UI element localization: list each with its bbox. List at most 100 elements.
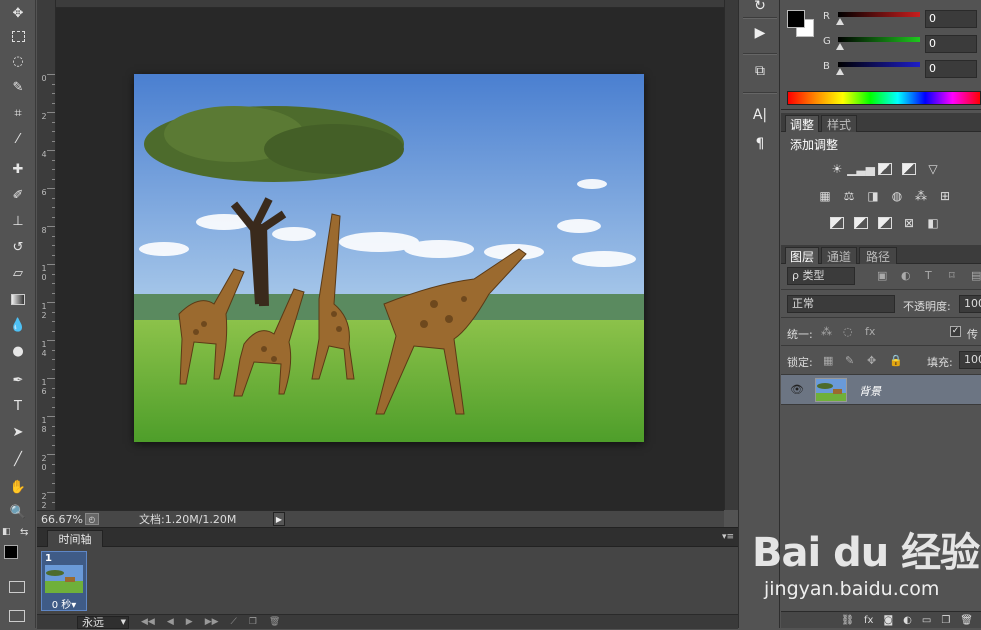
swap-colors-icon[interactable]: ⇆ xyxy=(20,527,28,538)
fill-field[interactable]: 100 xyxy=(959,351,981,369)
loop-options-dropdown[interactable]: 永远 ▼ xyxy=(77,615,129,629)
blend-mode-dropdown[interactable]: 正常 xyxy=(787,295,895,313)
status-info-icon[interactable]: ◴ xyxy=(85,513,99,525)
duplicate-frame-icon[interactable]: ❐ xyxy=(249,617,257,627)
marquee-tool-icon[interactable] xyxy=(7,25,29,47)
path-selection-tool-icon[interactable]: ➤ xyxy=(7,421,29,443)
frame-delay[interactable]: 0 秒▾ xyxy=(42,596,86,611)
status-menu-arrow-icon[interactable]: ▶ xyxy=(273,512,285,526)
move-tool-icon[interactable]: ✥ xyxy=(7,2,29,24)
gradient-map-icon[interactable]: ◧ xyxy=(925,215,941,231)
line-tool-icon[interactable]: ╱ xyxy=(7,448,29,470)
healing-brush-tool-icon[interactable]: ✚ xyxy=(7,158,29,180)
unify-position-icon[interactable]: ⁂ xyxy=(821,325,832,338)
previous-frame-icon[interactable]: ◀ xyxy=(167,617,174,627)
color-lookup-icon[interactable]: ⊞ xyxy=(937,188,953,204)
document-image[interactable] xyxy=(134,74,644,442)
layer-name[interactable]: 背景 xyxy=(859,383,881,399)
unify-visibility-icon[interactable]: ◌ xyxy=(843,325,853,338)
photo-filter-icon[interactable]: ◍ xyxy=(889,188,905,204)
posterize-icon[interactable] xyxy=(853,215,869,231)
threshold-icon[interactable] xyxy=(877,215,893,231)
play-icon[interactable]: ▶ xyxy=(186,617,193,627)
visibility-eye-icon[interactable]: 👁 xyxy=(790,383,804,396)
lock-position-icon[interactable]: ✥ xyxy=(867,354,876,367)
curves-icon[interactable] xyxy=(877,161,893,177)
layer-row[interactable]: 👁 背景 xyxy=(781,375,981,405)
brush-tool-icon[interactable]: ✐ xyxy=(7,184,29,206)
canvas-vertical-scrollbar[interactable] xyxy=(724,0,738,510)
animation-frame[interactable]: 1 0 秒▾ xyxy=(41,551,87,611)
filter-type-icon[interactable]: T xyxy=(925,269,932,282)
opacity-field[interactable]: 100 xyxy=(959,295,981,313)
clone-stamp-tool-icon[interactable]: ⊥ xyxy=(7,210,29,232)
blur-tool-icon[interactable]: 💧 xyxy=(7,314,29,336)
delete-layer-icon[interactable]: 🗑 xyxy=(960,615,973,626)
lock-transparent-icon[interactable]: ▦ xyxy=(823,354,833,367)
green-value-field[interactable]: 0 xyxy=(925,35,977,53)
tab-paths[interactable]: 路径 xyxy=(859,247,897,264)
crop-tool-icon[interactable]: ⌗ xyxy=(7,102,29,124)
panel-menu-icon[interactable]: ▾≡ xyxy=(722,532,734,542)
tab-styles[interactable]: 样式 xyxy=(821,115,857,132)
hue-saturation-icon[interactable]: ▦ xyxy=(817,188,833,204)
blue-channel-slider[interactable] xyxy=(838,62,920,67)
zoom-level[interactable]: 66.67% xyxy=(37,513,85,526)
invert-icon[interactable] xyxy=(829,215,845,231)
tab-channels[interactable]: 通道 xyxy=(821,247,857,264)
layer-filter-kind-dropdown[interactable]: ρ 类型 xyxy=(787,267,855,285)
foreground-color-swatch[interactable] xyxy=(4,545,18,559)
selective-color-icon[interactable]: ⊠ xyxy=(901,215,917,231)
default-colors-icon[interactable]: ◧ xyxy=(2,527,11,537)
foreground-color-swatch[interactable] xyxy=(787,10,805,28)
red-channel-slider[interactable] xyxy=(838,12,920,17)
layer-mask-icon[interactable]: ◙ xyxy=(883,615,893,626)
dodge-tool-icon[interactable]: ● xyxy=(7,340,29,362)
delete-frame-icon[interactable]: 🗑 xyxy=(269,617,280,627)
first-frame-icon[interactable]: ◀◀ xyxy=(141,617,155,627)
green-slider-thumb[interactable] xyxy=(836,43,844,50)
filter-pixel-icon[interactable]: ▣ xyxy=(877,269,887,282)
tool-presets-icon[interactable]: ⧉ xyxy=(747,61,773,81)
lock-image-icon[interactable]: ✎ xyxy=(845,354,854,367)
filter-adjustment-icon[interactable]: ◐ xyxy=(901,269,911,282)
black-white-icon[interactable]: ◨ xyxy=(865,188,881,204)
actions-play-icon[interactable]: ▶ xyxy=(747,23,773,43)
hand-tool-icon[interactable]: ✋ xyxy=(7,476,29,498)
red-value-field[interactable]: 0 xyxy=(925,10,977,28)
zoom-tool-icon[interactable]: 🔍 xyxy=(7,501,29,523)
gradient-tool-icon[interactable] xyxy=(7,288,29,310)
history-brush-tool-icon[interactable]: ↺ xyxy=(7,236,29,258)
screen-mode-icon[interactable] xyxy=(9,610,25,622)
blue-slider-thumb[interactable] xyxy=(836,68,844,75)
history-icon[interactable]: ↻ xyxy=(747,0,773,16)
new-adjustment-layer-icon[interactable]: ◐ xyxy=(903,615,912,626)
green-channel-slider[interactable] xyxy=(838,37,920,42)
filter-shape-icon[interactable]: ⌑ xyxy=(949,269,955,282)
unify-style-icon[interactable]: fx xyxy=(865,325,875,338)
channel-mixer-icon[interactable]: ⁂ xyxy=(913,188,929,204)
propagate-checkbox[interactable]: ✓ xyxy=(950,326,961,337)
vibrance-icon[interactable]: ▽ xyxy=(925,161,941,177)
quick-selection-tool-icon[interactable]: ✎ xyxy=(7,76,29,98)
next-frame-icon[interactable]: ▶▶ xyxy=(205,617,219,627)
tab-timeline[interactable]: 时间轴 xyxy=(47,530,103,547)
eyedropper-tool-icon[interactable]: ⁄ xyxy=(7,128,29,150)
blue-value-field[interactable]: 0 xyxy=(925,60,977,78)
new-group-icon[interactable]: ▭ xyxy=(922,615,931,626)
red-slider-thumb[interactable] xyxy=(836,18,844,25)
character-panel-icon[interactable]: A| xyxy=(747,105,773,125)
tween-icon[interactable]: ⟋ xyxy=(231,617,237,627)
type-tool-icon[interactable]: T xyxy=(7,395,29,417)
eraser-tool-icon[interactable]: ▱ xyxy=(7,262,29,284)
pen-tool-icon[interactable]: ✒ xyxy=(7,369,29,391)
lock-all-icon[interactable]: 🔒 xyxy=(889,354,903,367)
brightness-contrast-icon[interactable]: ☀ xyxy=(829,161,845,177)
lasso-tool-icon[interactable]: ◌ xyxy=(7,50,29,72)
color-spectrum-ramp[interactable] xyxy=(787,91,981,105)
layer-style-icon[interactable]: fx xyxy=(864,615,873,626)
color-balance-icon[interactable]: ⚖ xyxy=(841,188,857,204)
quick-mask-icon[interactable] xyxy=(9,581,25,593)
new-layer-icon[interactable]: ❐ xyxy=(941,615,950,626)
paragraph-panel-icon[interactable]: ¶ xyxy=(747,134,773,154)
